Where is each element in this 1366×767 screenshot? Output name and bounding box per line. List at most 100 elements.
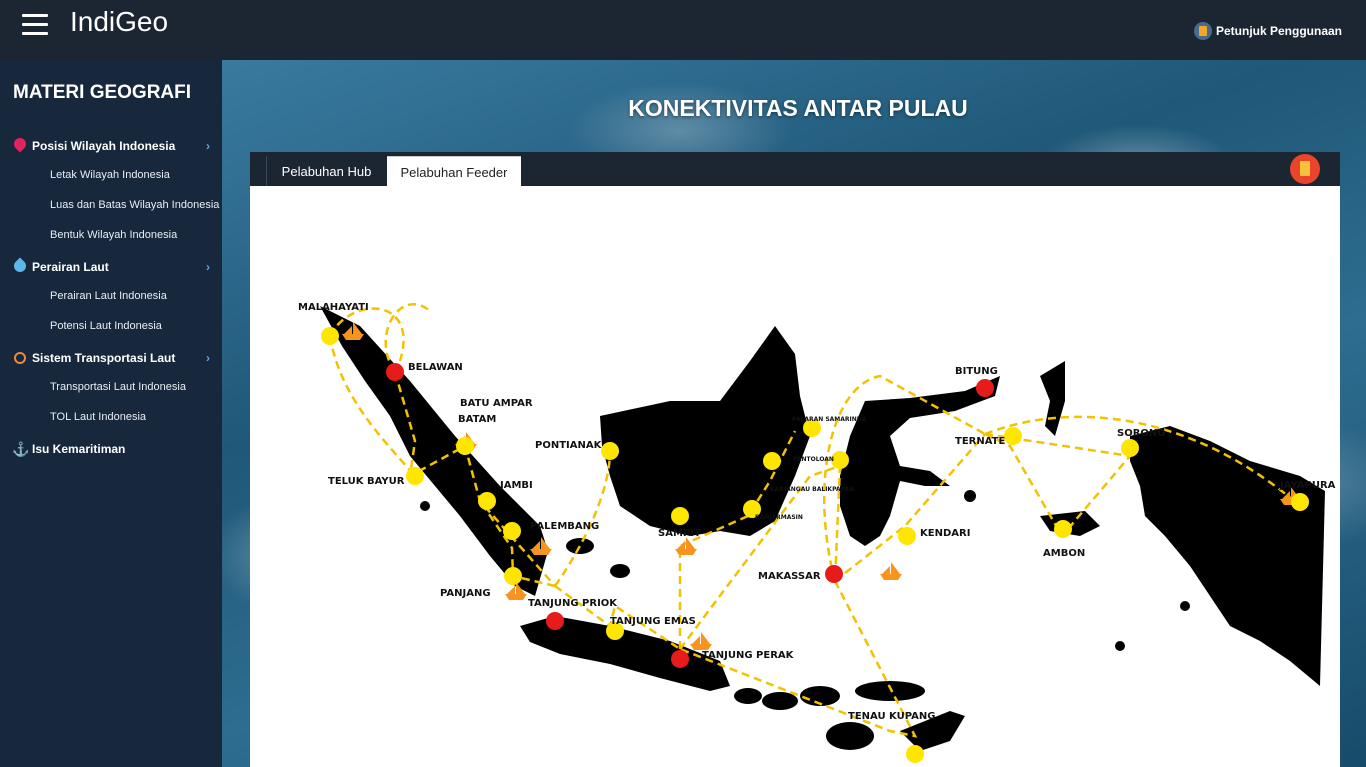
sidebar-item-potensi-laut[interactable]: Potensi Laut Indonesia — [50, 320, 162, 332]
label-pontianak: PONTIANAK — [535, 440, 603, 451]
book-info-icon[interactable] — [1290, 154, 1320, 184]
island-small — [1115, 641, 1125, 651]
label-ternate: TERNATE — [955, 436, 1006, 447]
page-title: KONEKTIVITAS ANTAR PULAU — [628, 95, 968, 121]
tab-pelabuhan-feeder[interactable]: Pelabuhan Feeder — [387, 156, 521, 186]
main-content: KONEKTIVITAS ANTAR PULAU Pelabuhan Hub P… — [222, 60, 1366, 767]
map-panel: Pelabuhan Hub Pelabuhan Feeder MALAHAYAT… — [250, 152, 1340, 767]
sidebar-item-perairan-laut[interactable]: Perairan Laut Indonesia — [50, 290, 167, 302]
port-marker-feeder — [1004, 427, 1022, 445]
port-marker-feeder — [1121, 439, 1139, 457]
island-papua — [1130, 426, 1325, 686]
island-lombok — [762, 692, 798, 710]
brand-logo[interactable]: IndiGeo — [70, 6, 168, 38]
port-marker-hub — [386, 363, 404, 381]
sidebar: MATERI GEOGRAFI Posisi Wilayah Indonesia… — [0, 60, 222, 767]
label-tenau-kupang: TENAU KUPANG — [848, 711, 935, 722]
port-marker-feeder — [898, 527, 916, 545]
label-panjang: PANJANG — [440, 588, 491, 599]
label-pantoloan: PANTOLOAN — [793, 456, 834, 463]
port-marker-hub — [671, 650, 689, 668]
feeder-port-map: MALAHAYATI BELAWAN BATU AMPAR BATAM TELU… — [250, 186, 1340, 767]
island-halmahera — [1040, 361, 1065, 436]
user-guide-label: Petunjuk Penggunaan — [1215, 24, 1342, 38]
island-bangka — [566, 538, 594, 554]
sidebar-item-bentuk[interactable]: Bentuk Wilayah Indonesia — [50, 229, 177, 241]
island-small — [964, 490, 976, 502]
sidebar-section-isu[interactable]: ⚓ Isu Kemaritiman — [12, 441, 216, 457]
label-batu-ampar: BATU AMPAR — [460, 398, 533, 409]
sidebar-item-tol-laut[interactable]: TOL Laut Indonesia — [50, 411, 146, 423]
island-flores — [855, 681, 925, 701]
tab-bar: Pelabuhan Hub Pelabuhan Feeder — [250, 152, 1340, 186]
indonesia-map-svg: MALAHAYATI BELAWAN BATU AMPAR BATAM TELU… — [298, 302, 1336, 763]
sidebar-item-luas[interactable]: Luas dan Batas Wilayah Indonesia — [50, 199, 219, 211]
sidebar-section-label: Perairan Laut — [32, 260, 109, 274]
port-marker-feeder — [763, 452, 781, 470]
label-sampit: SAMPIT — [658, 528, 701, 539]
label-teluk-bayur: TELUK BAYUR — [328, 476, 405, 487]
port-marker-feeder — [321, 327, 339, 345]
port-marker-hub — [825, 565, 843, 583]
sidebar-section-label: Posisi Wilayah Indonesia — [32, 139, 176, 153]
chevron-right-icon: › — [206, 139, 210, 153]
ship-icon — [690, 632, 712, 650]
sidebar-item-letak[interactable]: Letak Wilayah Indonesia — [50, 169, 170, 181]
route-line — [553, 450, 612, 587]
anchor-icon: ⚓ — [12, 441, 30, 457]
sidebar-item-transportasi-laut[interactable]: Transportasi Laut Indonesia — [50, 381, 186, 393]
label-belawan: BELAWAN — [408, 362, 463, 373]
port-marker-feeder — [906, 745, 924, 763]
label-kendari: KENDARI — [920, 528, 970, 539]
port-marker-feeder — [478, 492, 496, 510]
label-bitung: BITUNG — [955, 366, 998, 377]
island-sumba — [826, 722, 874, 750]
ship-icon — [880, 562, 902, 580]
island-sulawesi — [840, 376, 1000, 546]
label-jambi: JAMBI — [499, 480, 533, 491]
chevron-right-icon: › — [206, 351, 210, 365]
label-batam: BATAM — [458, 414, 496, 425]
label-tanjung-perak: TANJUNG PERAK — [702, 650, 795, 661]
port-marker-feeder — [601, 442, 619, 460]
ship-wheel-icon — [12, 350, 28, 366]
sidebar-section-transportasi[interactable]: Sistem Transportasi Laut › — [12, 350, 216, 366]
label-ambon: AMBON — [1043, 548, 1085, 559]
island-bali — [734, 688, 762, 704]
port-marker-feeder — [456, 437, 474, 455]
island-small — [420, 501, 430, 511]
user-guide-link[interactable]: Petunjuk Penggunaan — [1193, 22, 1342, 40]
port-marker-feeder — [1291, 493, 1309, 511]
book-icon — [1193, 22, 1212, 40]
hamburger-menu-icon[interactable] — [22, 14, 48, 36]
land-masses — [320, 306, 1325, 751]
label-jayapura: JAYAPURA — [1279, 480, 1336, 491]
port-marker-hub — [976, 379, 994, 397]
port-marker-feeder — [1054, 520, 1072, 538]
label-kariangau-balikpapan: KARIANGAU BALIKPAPAN — [770, 486, 854, 493]
port-marker-feeder — [503, 522, 521, 540]
label-makassar: MAKASSAR — [758, 571, 821, 582]
island-belitung — [610, 564, 630, 578]
port-marker-feeder — [671, 507, 689, 525]
sidebar-section-label: Sistem Transportasi Laut — [32, 351, 176, 365]
sidebar-section-label: Isu Kemaritiman — [32, 442, 126, 456]
sidebar-section-perairan[interactable]: Perairan Laut › — [12, 259, 216, 275]
island-small — [1180, 601, 1190, 611]
water-drop-icon — [12, 259, 28, 275]
label-banjarmasin: BANJARMASIN — [755, 514, 803, 521]
label-malahayati: MALAHAYATI — [298, 302, 369, 313]
chevron-right-icon: › — [206, 260, 210, 274]
label-tanjung-priok: TANJUNG PRIOK — [528, 598, 618, 609]
label-palaran-samarinda: PALARAN SAMARINDA — [792, 416, 867, 423]
map-pin-icon — [12, 138, 28, 154]
label-palembang: PALEMBANG — [530, 521, 599, 532]
label-tanjung-emas: TANJUNG EMAS — [610, 616, 696, 627]
island-kalimantan — [600, 326, 810, 536]
top-navbar: IndiGeo Petunjuk Penggunaan — [0, 0, 1366, 60]
port-marker-feeder — [504, 567, 522, 585]
sidebar-section-posisi[interactable]: Posisi Wilayah Indonesia › — [12, 138, 216, 154]
island-sumatra — [320, 306, 548, 596]
sidebar-title: MATERI GEOGRAFI — [13, 82, 192, 103]
tab-pelabuhan-hub[interactable]: Pelabuhan Hub — [266, 156, 386, 186]
